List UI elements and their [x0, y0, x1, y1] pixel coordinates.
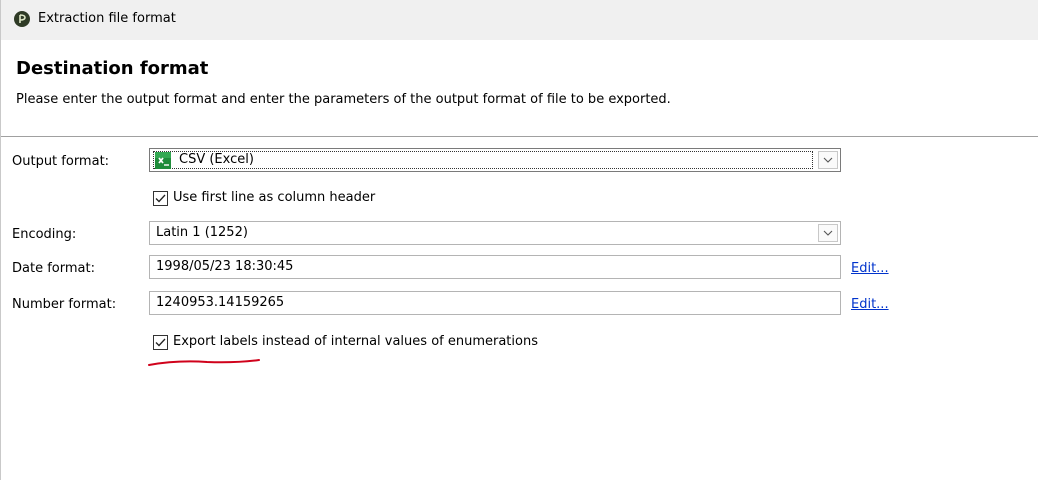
excel-csv-icon	[155, 152, 171, 169]
export-labels-label: Export labels instead of internal values…	[173, 334, 538, 349]
number-format-edit-link[interactable]: Edit...	[851, 297, 889, 313]
chevron-down-icon	[823, 157, 833, 163]
date-format-value: 1998/05/23 18:30:45	[156, 259, 294, 274]
title-bar: Extraction file format	[1, 0, 1038, 40]
export-labels-checkbox[interactable]	[153, 334, 168, 350]
page-title: Destination format	[16, 58, 209, 79]
encoding-label: Encoding:	[12, 227, 77, 242]
encoding-select[interactable]: Latin 1 (1252)	[149, 221, 841, 245]
dialog-window: Extraction file format Destination forma…	[0, 0, 1038, 480]
output-format-select[interactable]: CSV (Excel)	[149, 148, 841, 172]
output-format-value: CSV (Excel)	[179, 152, 254, 167]
page-description: Please enter the output format and enter…	[16, 92, 671, 107]
use-first-line-label: Use first line as column header	[173, 190, 376, 205]
number-format-value: 1240953.14159265	[156, 295, 285, 310]
red-annotation-underline	[148, 359, 260, 366]
header-divider	[1, 136, 1038, 137]
wizard-header: Destination format Please enter the outp…	[1, 40, 1038, 136]
app-logo-icon	[14, 11, 30, 27]
date-format-label: Date format:	[12, 261, 95, 276]
export-labels-checkbox-row[interactable]: Export labels instead of internal values…	[153, 334, 538, 350]
use-first-line-checkbox-row[interactable]: Use first line as column header	[153, 190, 375, 206]
encoding-dropdown-button[interactable]	[818, 224, 838, 242]
chevron-down-icon	[823, 230, 833, 236]
use-first-line-checkbox[interactable]	[153, 190, 168, 206]
date-format-edit-link[interactable]: Edit...	[851, 261, 889, 277]
number-format-field[interactable]: 1240953.14159265	[149, 291, 841, 315]
date-format-field[interactable]: 1998/05/23 18:30:45	[149, 255, 841, 279]
encoding-value: Latin 1 (1252)	[156, 225, 248, 240]
number-format-label: Number format:	[12, 297, 117, 312]
output-format-label: Output format:	[12, 154, 110, 169]
checkmark-icon	[155, 194, 166, 202]
output-format-dropdown-button[interactable]	[818, 151, 838, 169]
window-title: Extraction file format	[38, 11, 176, 26]
checkmark-icon	[155, 338, 166, 346]
